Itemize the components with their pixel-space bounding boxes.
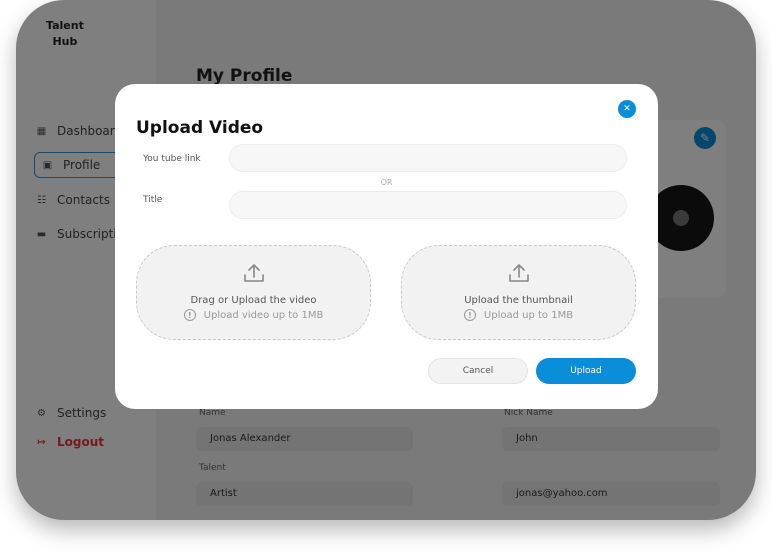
- title-input[interactable]: [229, 191, 627, 219]
- info-icon: !: [463, 309, 476, 321]
- info-icon: !: [183, 309, 196, 321]
- upload-video-modal: ✕ Upload Video You tube link OR Title Dr…: [115, 84, 658, 409]
- youtube-link-label: You tube link: [143, 154, 201, 164]
- youtube-link-input[interactable]: [229, 144, 627, 172]
- title-label: Title: [143, 195, 163, 205]
- modal-title: Upload Video: [136, 118, 264, 138]
- video-hint-text: Upload video up to 1MB: [203, 309, 324, 321]
- close-icon[interactable]: ✕: [618, 100, 636, 118]
- video-dropzone-hint: ! Upload video up to 1MB: [137, 309, 370, 321]
- video-dropzone-title: Drag or Upload the video: [190, 295, 317, 306]
- thumbnail-dropzone-title: Upload the thumbnail: [464, 295, 573, 306]
- cancel-button[interactable]: Cancel: [428, 358, 528, 384]
- thumbnail-dropzone[interactable]: Upload the thumbnail ! Upload up to 1MB: [401, 245, 636, 340]
- upload-icon: [137, 262, 370, 284]
- thumbnail-dropzone-hint: ! Upload up to 1MB: [402, 309, 635, 321]
- upload-button[interactable]: Upload: [536, 358, 636, 384]
- thumbnail-hint-text: Upload up to 1MB: [483, 309, 574, 321]
- video-dropzone[interactable]: Drag or Upload the video ! Upload video …: [136, 245, 371, 340]
- or-divider: OR: [380, 178, 393, 187]
- upload-icon: [402, 262, 635, 284]
